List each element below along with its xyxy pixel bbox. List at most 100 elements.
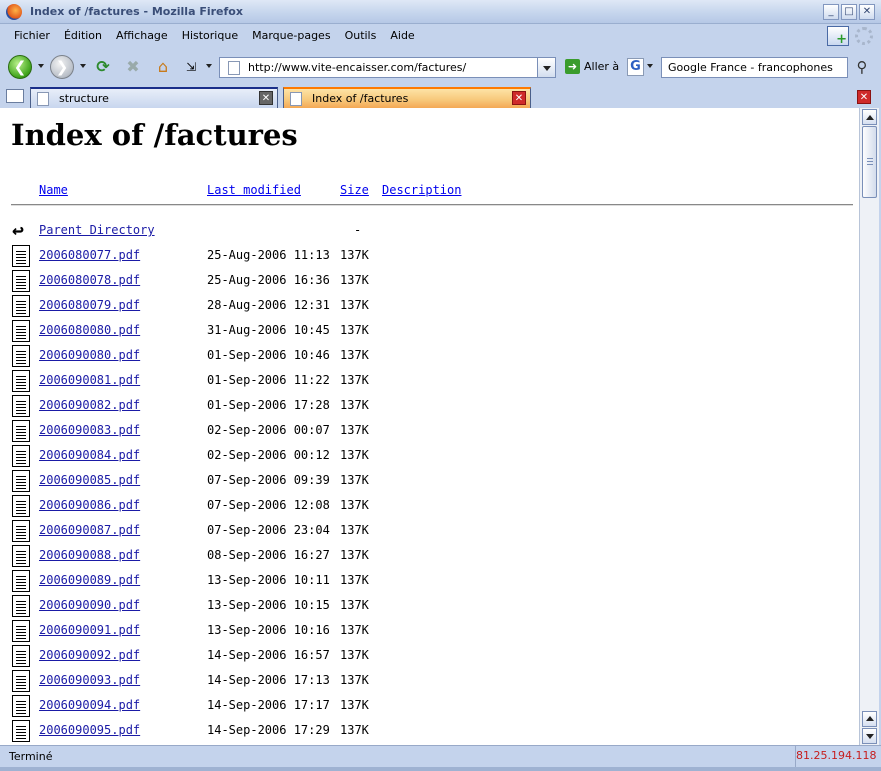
search-engine-selector[interactable]: G [627,58,644,76]
sort-by-description-link[interactable]: Description [382,183,461,197]
file-link[interactable]: 2006090082.pdf [39,398,140,412]
last-modified: 14-Sep-2006 16:57 [207,648,330,662]
vertical-scrollbar[interactable] [859,108,879,745]
back-history-chevron-icon[interactable] [38,64,44,68]
file-link[interactable]: 2006080078.pdf [39,273,140,287]
table-row: 2006080077.pdf 25-Aug-2006 11:13 137K [0,245,859,273]
file-link[interactable]: 2006090085.pdf [39,473,140,487]
file-link[interactable]: 2006090091.pdf [39,623,140,637]
file-link[interactable]: 2006080080.pdf [39,323,140,337]
file-link[interactable]: 2006090092.pdf [39,648,140,662]
file-link[interactable]: 2006090086.pdf [39,498,140,512]
file-link[interactable]: 2006090093.pdf [39,673,140,687]
page-icon [228,60,240,75]
menu-historique[interactable]: Historique [182,29,238,42]
scroll-up-button[interactable] [862,109,877,125]
bookmark-star-icon[interactable]: ⇲ [180,55,202,79]
forward-history-chevron-icon[interactable] [80,64,86,68]
close-tab-icon[interactable]: ✕ [259,91,273,105]
table-row: 2006090084.pdf 02-Sep-2006 00:12 137K [0,445,859,473]
tab-structure[interactable]: structure ✕ [30,87,278,108]
file-size: 137K [340,723,369,737]
file-size: 137K [340,348,369,362]
stop-button[interactable]: ✖ [122,55,144,79]
close-all-tabs-icon[interactable]: ✕ [857,90,871,104]
last-modified: 14-Sep-2006 17:17 [207,698,330,712]
reload-button[interactable]: ⟳ [92,55,114,79]
text-file-icon [12,445,30,467]
search-icon[interactable]: ⚲ [852,57,872,77]
file-size: 137K [340,423,369,437]
new-tab-icon[interactable] [6,89,24,103]
home-button[interactable]: ⌂ [152,55,174,79]
file-link[interactable]: 2006090094.pdf [39,698,140,712]
url-bar[interactable]: http://www.vite-encaisser.com/factures/ [219,57,556,78]
menu-affichage[interactable]: Affichage [116,29,168,42]
file-link[interactable]: 2006080079.pdf [39,298,140,312]
text-file-icon [12,670,30,692]
file-link[interactable]: 2006090084.pdf [39,448,140,462]
file-link[interactable]: 2006090088.pdf [39,548,140,562]
file-link[interactable]: 2006090083.pdf [39,423,140,437]
window-bottom-edge [0,767,881,771]
file-link[interactable]: 2006080077.pdf [39,248,140,262]
tab-index-factures[interactable]: Index of /factures ✕ [283,87,531,108]
search-input[interactable]: Google France - francophones [661,57,848,78]
back-button[interactable]: ❮ [8,55,32,79]
search-engine-chevron-icon[interactable] [647,64,653,68]
scroll-down-button[interactable] [862,728,877,744]
file-link[interactable]: 2006090095.pdf [39,723,140,737]
file-link[interactable]: 2006090080.pdf [39,348,140,362]
scroll-up-lower-button[interactable] [862,711,877,727]
file-size: 137K [340,673,369,687]
scroll-thumb[interactable] [862,126,877,198]
file-size: 137K [340,448,369,462]
url-history-dropdown[interactable] [537,58,555,77]
tab-bar: structure ✕ Index of /factures ✕ ✕ [0,86,881,108]
file-size: 137K [340,398,369,412]
text-file-icon [12,270,30,292]
firefox-logo-icon [6,3,22,20]
go-button[interactable]: ➜ Aller à [565,59,619,74]
forward-button[interactable]: ❯ [50,55,74,79]
url-text[interactable]: http://www.vite-encaisser.com/factures/ [248,61,466,74]
maximize-button[interactable]: □ [841,4,857,20]
minimize-button[interactable]: _ [823,4,839,20]
sort-by-modified-link[interactable]: Last modified [207,183,301,197]
close-tab-icon[interactable]: ✕ [512,91,526,105]
file-size: 137K [340,473,369,487]
table-row: 2006090087.pdf 07-Sep-2006 23:04 137K [0,520,859,548]
file-link[interactable]: 2006090089.pdf [39,573,140,587]
file-link[interactable]: 2006090087.pdf [39,523,140,537]
bookmark-chevron-icon[interactable] [206,64,212,68]
file-size: 137K [340,373,369,387]
file-link[interactable]: 2006090090.pdf [39,598,140,612]
file-size: 137K [340,598,369,612]
sort-by-size-link[interactable]: Size [340,183,369,197]
file-size: 137K [340,273,369,287]
menu-fichier[interactable]: Fichier [14,29,50,42]
new-window-icon[interactable] [827,26,849,47]
last-modified: 07-Sep-2006 23:04 [207,523,330,537]
parent-directory-link[interactable]: Parent Directory [39,223,155,237]
menu-edition[interactable]: Édition [64,29,102,42]
last-modified: 14-Sep-2006 17:13 [207,673,330,687]
menu-bar: Fichier Édition Affichage Historique Mar… [0,24,881,47]
server-ip: 81.25.194.118 [795,746,881,767]
throbber-icon [855,27,873,45]
table-row: 2006090080.pdf 01-Sep-2006 10:46 137K [0,345,859,373]
close-window-button[interactable]: ✕ [859,4,875,20]
table-row: 2006080079.pdf 28-Aug-2006 12:31 137K [0,295,859,323]
menu-aide[interactable]: Aide [390,29,414,42]
table-row: 2006090081.pdf 01-Sep-2006 11:22 137K [0,370,859,398]
page-icon [37,91,49,106]
text-file-icon [12,420,30,442]
sort-by-name-link[interactable]: Name [39,183,68,197]
file-size: 137K [340,498,369,512]
file-link[interactable]: 2006090081.pdf [39,373,140,387]
text-file-icon [12,345,30,367]
last-modified: 01-Sep-2006 17:28 [207,398,330,412]
table-row: 2006090085.pdf 07-Sep-2006 09:39 137K [0,470,859,498]
menu-outils[interactable]: Outils [345,29,377,42]
menu-marque-pages[interactable]: Marque-pages [252,29,330,42]
